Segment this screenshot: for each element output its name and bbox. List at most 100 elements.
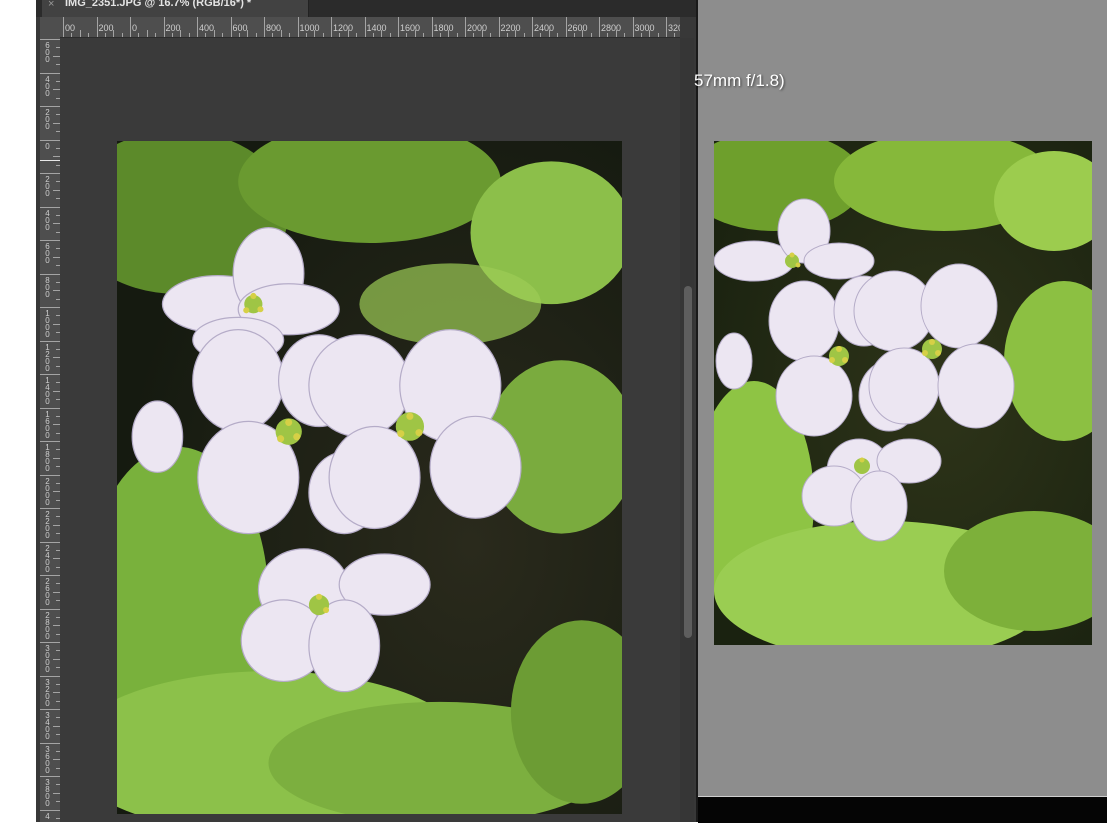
ruler-label: 1000 bbox=[299, 23, 320, 33]
ruler-minor-tick bbox=[657, 33, 659, 37]
ruler-minor-tick bbox=[53, 223, 60, 225]
ruler-minor-tick bbox=[540, 33, 542, 37]
ruler-major-tick bbox=[40, 608, 60, 610]
scroll-thumb[interactable] bbox=[684, 286, 692, 638]
ruler-minor-tick bbox=[53, 55, 60, 57]
ruler-minor-tick bbox=[171, 33, 173, 37]
ruler-minor-tick bbox=[423, 33, 425, 37]
ruler-label: 3200 bbox=[45, 677, 50, 708]
ruler-minor-tick bbox=[347, 30, 349, 37]
ruler-label: 1400 bbox=[45, 376, 50, 406]
ruler-minor-tick bbox=[53, 491, 60, 493]
ruler-minor-tick bbox=[590, 33, 592, 37]
ruler-minor-tick bbox=[339, 33, 341, 37]
ruler-label: 1200 bbox=[45, 342, 50, 373]
ruler-major-tick bbox=[40, 742, 60, 744]
ruler-minor-tick bbox=[414, 30, 416, 37]
ruler-label: 1800 bbox=[45, 443, 50, 473]
ruler-minor-tick bbox=[272, 33, 274, 37]
ruler-major-tick bbox=[532, 17, 533, 37]
ruler-minor-tick bbox=[53, 725, 60, 727]
ruler-minor-tick bbox=[322, 33, 324, 37]
loupe-image[interactable] bbox=[714, 141, 1092, 645]
ruler-minor-tick bbox=[53, 357, 60, 359]
document-image[interactable] bbox=[117, 141, 622, 814]
ruler-major-tick bbox=[40, 307, 60, 308]
ruler-label: 1600 bbox=[45, 409, 50, 440]
ruler-minor-tick bbox=[372, 33, 374, 37]
ruler-minor-tick bbox=[53, 457, 60, 459]
ruler-minor-tick bbox=[356, 33, 358, 37]
ruler-label: 2800 bbox=[45, 610, 50, 641]
ruler-label: 800 bbox=[266, 23, 282, 33]
ruler-label: 2000 bbox=[467, 23, 488, 33]
ruler-major-tick bbox=[40, 541, 60, 543]
ruler-minor-tick bbox=[439, 33, 441, 37]
ruler-minor-tick bbox=[548, 30, 550, 37]
ruler-minor-tick bbox=[121, 33, 123, 37]
ruler-minor-tick bbox=[138, 33, 140, 37]
ruler-minor-tick bbox=[155, 33, 157, 37]
ruler-label: 3400 bbox=[45, 711, 50, 741]
vertical-ruler[interactable]: 6004002000200400600800100012001400160018… bbox=[40, 37, 61, 822]
ruler-major-tick bbox=[130, 17, 131, 37]
ruler-label: 2800 bbox=[601, 23, 622, 33]
cursor-position-marker bbox=[40, 160, 60, 161]
ruler-major-tick bbox=[96, 17, 98, 37]
ruler-major-tick bbox=[40, 240, 60, 241]
ruler-minor-tick bbox=[582, 30, 584, 37]
ruler-label: 1400 bbox=[366, 23, 387, 33]
ruler-major-tick bbox=[40, 72, 60, 74]
filmstrip-bar bbox=[698, 796, 1107, 823]
ruler-minor-tick bbox=[53, 290, 60, 292]
ruler-minor-tick bbox=[53, 390, 60, 392]
ruler-minor-tick bbox=[255, 33, 257, 37]
ruler-minor-tick bbox=[205, 33, 207, 37]
ruler-label: 600 bbox=[232, 23, 248, 33]
ruler-minor-tick bbox=[53, 122, 60, 124]
ruler-major-tick bbox=[40, 575, 60, 576]
ruler-major-tick bbox=[40, 474, 60, 476]
ruler-label: 200 bbox=[45, 108, 50, 131]
ruler-minor-tick bbox=[573, 33, 575, 37]
ruler-minor-tick bbox=[523, 33, 525, 37]
horizontal-ruler[interactable]: 00 200 0 200 400 600 800 1000 1200 1400 1600 1800 20… bbox=[60, 17, 680, 38]
ruler-major-tick bbox=[40, 642, 60, 643]
ruler-label: 3000 bbox=[634, 23, 655, 33]
ruler-major-tick bbox=[297, 17, 299, 37]
ruler-major-tick bbox=[40, 407, 60, 409]
ruler-minor-tick bbox=[213, 30, 215, 37]
ruler-minor-tick bbox=[506, 33, 508, 37]
ruler-origin[interactable] bbox=[40, 17, 61, 38]
ruler-label: 600 bbox=[45, 41, 50, 64]
ruler-major-tick bbox=[40, 173, 60, 174]
ruler-minor-tick bbox=[674, 33, 676, 37]
ruler-major-tick bbox=[431, 17, 433, 37]
ruler-label: 2400 bbox=[534, 23, 555, 33]
ruler-major-tick bbox=[364, 17, 366, 37]
ruler-minor-tick bbox=[649, 30, 651, 37]
close-icon[interactable]: × bbox=[48, 0, 54, 10]
ruler-minor-tick bbox=[53, 792, 60, 794]
ruler-major-tick bbox=[565, 17, 567, 37]
ruler-major-tick bbox=[40, 508, 60, 509]
ruler-major-tick bbox=[331, 17, 332, 37]
document-tab[interactable]: × IMG_2351.JPG @ 16.7% (RGB/16*) * bbox=[42, 0, 309, 17]
ruler-label: 0 bbox=[132, 23, 138, 33]
ruler-label: 3200 bbox=[668, 23, 680, 33]
ruler-major-tick bbox=[40, 106, 60, 107]
ruler-minor-tick bbox=[53, 591, 60, 593]
ruler-minor-tick bbox=[607, 33, 609, 37]
ruler-label: 2200 bbox=[500, 23, 521, 33]
ruler-major-tick bbox=[40, 441, 60, 442]
ruler-major-tick bbox=[498, 17, 500, 37]
ruler-minor-tick bbox=[222, 33, 224, 37]
ruler-minor-tick bbox=[146, 30, 148, 37]
ruler-minor-tick bbox=[389, 33, 391, 37]
ruler-minor-tick bbox=[305, 33, 307, 37]
ruler-major-tick bbox=[632, 17, 634, 37]
ruler-major-tick bbox=[40, 675, 60, 677]
ruler-minor-tick bbox=[53, 89, 60, 91]
ruler-major-tick bbox=[40, 374, 60, 375]
ruler-label: 600 bbox=[45, 242, 50, 265]
